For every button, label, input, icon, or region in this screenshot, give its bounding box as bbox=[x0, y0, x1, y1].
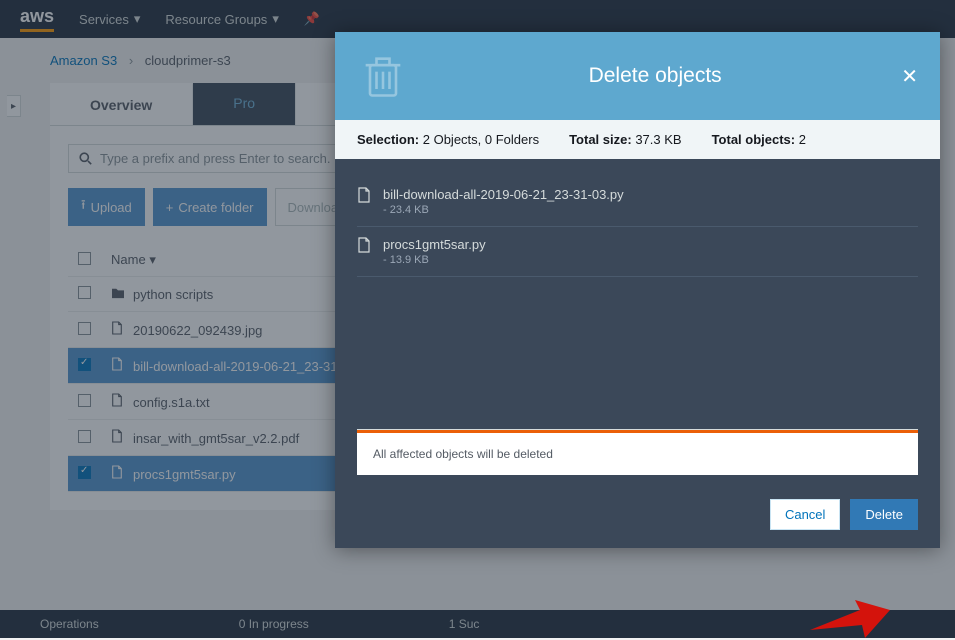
file-size: - 23.4 KB bbox=[383, 204, 624, 216]
delete-button[interactable]: Delete bbox=[850, 499, 918, 530]
modal-summary: Selection: 2 Objects, 0 Folders Total si… bbox=[335, 120, 940, 159]
close-icon[interactable]: ✕ bbox=[901, 64, 918, 89]
delete-modal: Delete objects ✕ Selection: 2 Objects, 0… bbox=[335, 32, 940, 548]
file-name: procs1gmt5sar.py bbox=[383, 237, 486, 252]
trash-icon bbox=[357, 50, 409, 102]
file-icon bbox=[357, 187, 371, 216]
file-size: - 13.9 KB bbox=[383, 254, 486, 266]
modal-file-item: procs1gmt5sar.py - 13.9 KB bbox=[357, 227, 918, 277]
modal-file-item: bill-download-all-2019-06-21_23-31-03.py… bbox=[357, 177, 918, 227]
cancel-button[interactable]: Cancel bbox=[770, 499, 840, 530]
warning-box: All affected objects will be deleted bbox=[357, 430, 918, 475]
file-name: bill-download-all-2019-06-21_23-31-03.py bbox=[383, 187, 624, 202]
modal-title: Delete objects bbox=[409, 64, 901, 88]
file-icon bbox=[357, 237, 371, 266]
